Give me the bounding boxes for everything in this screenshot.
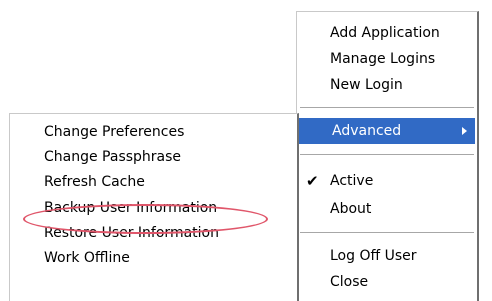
submenu-item-change-preferences[interactable]: Change Preferences (10, 119, 297, 145)
menu-item-label: Change Preferences (44, 124, 185, 140)
menu-item-active[interactable]: ✔ Active (297, 168, 477, 194)
menu-item-advanced[interactable]: Advanced (299, 118, 475, 144)
menu-item-label: Add Application (330, 25, 440, 41)
submenu-arrow-icon (462, 127, 467, 135)
submenu-item-restore-user-information[interactable]: Restore User Information (10, 220, 297, 246)
menu-separator (300, 232, 474, 234)
submenu-item-change-passphrase[interactable]: Change Passphrase (10, 144, 297, 170)
menu-item-label: Change Passphrase (44, 149, 182, 165)
menu-item-label: Manage Logins (330, 51, 436, 67)
menu-item-label: Restore User Information (44, 225, 219, 241)
menu-item-log-off-user[interactable]: Log Off User (297, 243, 477, 269)
context-menu: Add Application Manage Logins New Login … (296, 11, 479, 301)
menu-item-label: Active (330, 173, 374, 189)
menu-item-label: Refresh Cache (44, 174, 145, 190)
submenu-item-work-offline[interactable]: Work Offline (10, 245, 297, 271)
menu-item-new-login[interactable]: New Login (297, 72, 477, 98)
checkmark-icon: ✔ (306, 172, 319, 190)
menu-separator (300, 154, 474, 156)
menu-item-close[interactable]: Close (297, 269, 477, 295)
menu-item-label: Backup User Information (44, 200, 218, 216)
menu-item-label: Advanced (332, 123, 402, 139)
menu-item-label: Close (330, 274, 369, 290)
submenu-item-backup-user-information[interactable]: Backup User Information (10, 195, 297, 221)
advanced-submenu: Change Preferences Change Passphrase Ref… (9, 113, 299, 301)
menu-item-manage-logins[interactable]: Manage Logins (297, 46, 477, 72)
menu-item-label: Log Off User (330, 248, 417, 264)
menu-item-about[interactable]: About (297, 196, 477, 222)
menu-item-label: About (330, 201, 372, 217)
menu-item-label: New Login (330, 77, 403, 93)
submenu-item-refresh-cache[interactable]: Refresh Cache (10, 169, 297, 195)
menu-item-add-application[interactable]: Add Application (297, 20, 477, 46)
menu-separator (300, 107, 474, 109)
menu-item-label: Work Offline (44, 250, 130, 266)
